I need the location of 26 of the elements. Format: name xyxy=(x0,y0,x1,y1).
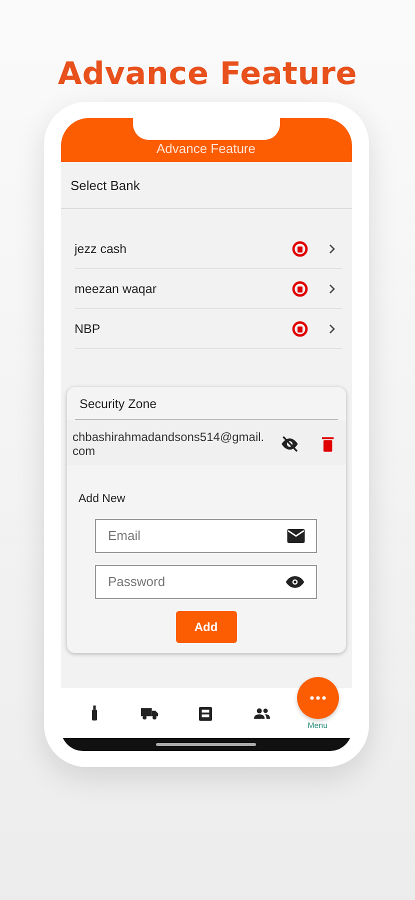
delete-icon[interactable] xyxy=(292,320,308,336)
clipboard-icon[interactable] xyxy=(199,706,212,720)
people-icon[interactable] xyxy=(254,708,270,718)
chevron-icon[interactable] xyxy=(328,324,336,334)
email-field[interactable]: Email xyxy=(95,518,317,553)
bottle-icon[interactable] xyxy=(92,705,97,721)
eye-off-icon[interactable] xyxy=(280,434,300,454)
password-field[interactable]: Password xyxy=(95,564,317,599)
eye-icon[interactable] xyxy=(285,574,305,589)
chevron-icon[interactable] xyxy=(328,244,336,254)
nav-label[interactable]: Menu xyxy=(308,720,328,730)
dots-icon xyxy=(310,696,326,700)
app-bar-title: Advance Feature xyxy=(156,141,256,156)
delete-icon[interactable] xyxy=(292,280,308,296)
select-bank-dropdown[interactable]: Select Bank xyxy=(60,162,352,209)
delete-icon[interactable] xyxy=(322,436,334,452)
chevron-icon[interactable] xyxy=(328,284,336,294)
menu-fab[interactable] xyxy=(296,676,339,718)
bank-name[interactable]: meezan waqar xyxy=(74,282,292,296)
account-email: chbashirahmadandsons514@gmail.com xyxy=(72,430,266,459)
truck-icon[interactable] xyxy=(141,706,160,720)
section-title: Add New xyxy=(78,492,126,505)
bank-name[interactable]: jezz cash xyxy=(74,242,292,256)
bank-name[interactable]: NBP xyxy=(74,322,292,336)
headline: Advance Feature xyxy=(58,56,358,92)
delete-icon[interactable] xyxy=(292,240,308,256)
